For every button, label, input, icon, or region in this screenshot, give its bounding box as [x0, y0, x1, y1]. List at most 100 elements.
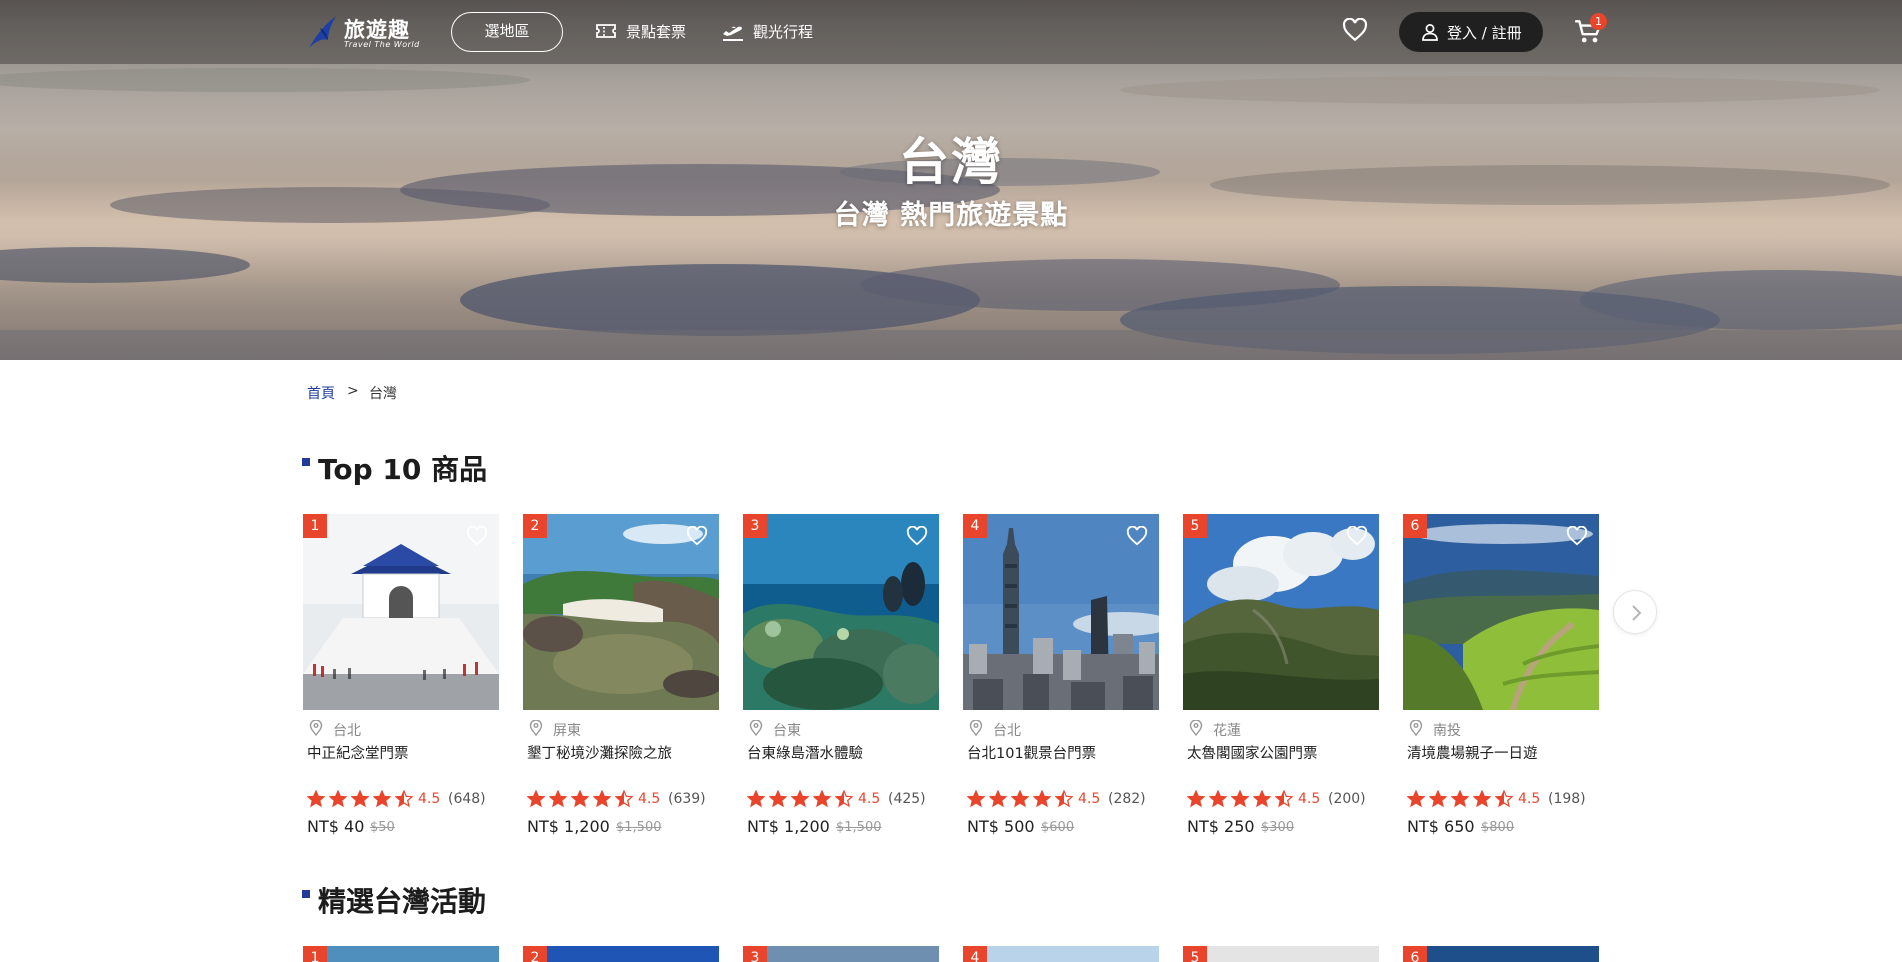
product-card[interactable]: 6 南投 清境農場親子一日遊 4.5 (198) NT$ 650 $800	[1403, 514, 1599, 844]
location-label: 台東	[773, 723, 801, 739]
user-icon	[1422, 24, 1438, 41]
product-image[interactable]: 3	[743, 514, 939, 710]
breadcrumb-current: 台灣	[369, 386, 397, 402]
rank-badge: 5	[1183, 514, 1207, 538]
location-label: 南投	[1433, 723, 1461, 739]
favorite-heart-icon[interactable]	[1126, 526, 1148, 546]
hero-title: 台灣	[899, 132, 1003, 191]
star-icon	[1451, 790, 1469, 808]
star-icon	[747, 790, 765, 808]
location-pin-icon	[969, 720, 983, 736]
product-card[interactable]: 4 台北 台北101觀景台門票 4.5 (282) NT$ 500 $600	[963, 514, 1159, 844]
featured-card[interactable]: 4	[963, 946, 1159, 962]
rank-badge: 3	[743, 514, 767, 538]
product-image[interactable]: 6	[1403, 514, 1599, 710]
star-icon	[967, 790, 985, 808]
ticket-icon	[596, 24, 616, 38]
product-card[interactable]: 5 花蓮 太魯閣國家公園門票 4.5 (200) NT$ 250 $300	[1183, 514, 1379, 844]
rank-badge: 6	[1403, 514, 1427, 538]
star-icon	[769, 790, 787, 808]
product-image[interactable]: 5	[1183, 514, 1379, 710]
favorite-heart-icon[interactable]	[906, 526, 928, 546]
original-price: $800	[1481, 820, 1515, 835]
star-icon	[1473, 790, 1491, 808]
top-navbar: 旅遊趣 Travel The World 選地區 景點套票 觀光行程 登入 / …	[0, 0, 1902, 64]
star-icon	[351, 790, 369, 808]
review-count: (648)	[448, 791, 486, 807]
rating-value: 4.5	[1078, 791, 1101, 807]
product-price: NT$ 1,200	[527, 817, 610, 836]
featured-card[interactable]: 6	[1403, 946, 1599, 962]
product-card[interactable]: 2 屏東 墾丁秘境沙灘探險之旅 4.5 (639) NT$ 1,200 $1,5…	[523, 514, 719, 844]
rating-value: 4.5	[1298, 791, 1321, 807]
product-name[interactable]: 中正紀念堂門票	[307, 742, 409, 763]
site-logo[interactable]: 旅遊趣 Travel The World	[306, 12, 419, 52]
product-image[interactable]: 2	[523, 514, 719, 710]
nav-item-tours[interactable]: 觀光行程	[722, 20, 822, 44]
location-label: 台北	[333, 723, 361, 739]
star-icon	[1231, 790, 1249, 808]
rank-badge: 4	[963, 514, 987, 538]
rating-value: 4.5	[418, 791, 441, 807]
star-icon	[1407, 790, 1425, 808]
carousel-next-button[interactable]	[1613, 590, 1657, 634]
logo-tagline: Travel The World	[344, 40, 420, 49]
star-icon	[1209, 790, 1227, 808]
favorite-heart-icon[interactable]	[1346, 526, 1368, 546]
product-card[interactable]: 3 台東 台東綠島潛水體驗 4.5 (425) NT$ 1,200 $1,500	[743, 514, 939, 844]
rating-value: 4.5	[1518, 791, 1541, 807]
product-image[interactable]: 1	[303, 514, 499, 710]
product-name[interactable]: 太魯閣國家公園門票	[1187, 742, 1318, 763]
select-region-button[interactable]: 選地區	[451, 12, 563, 52]
featured-card[interactable]: 2	[523, 946, 719, 962]
original-price: $300	[1261, 820, 1295, 835]
location-label: 屏東	[553, 723, 581, 739]
product-name[interactable]: 墾丁秘境沙灘探險之旅	[527, 742, 672, 763]
login-register-button[interactable]: 登入 / 註冊	[1399, 12, 1543, 52]
product-image[interactable]: 4	[963, 514, 1159, 710]
nav-item-tickets[interactable]: 景點套票	[595, 20, 695, 44]
star-icon	[989, 790, 1007, 808]
featured-card[interactable]: 1	[303, 946, 499, 962]
star-icon	[527, 790, 545, 808]
favorites-heart-icon[interactable]	[1342, 18, 1368, 42]
original-price: $600	[1041, 820, 1075, 835]
product-name[interactable]: 台北101觀景台門票	[967, 742, 1096, 763]
login-label: 登入 / 註冊	[1447, 24, 1522, 42]
nav-label: 觀光行程	[753, 23, 814, 41]
location-label: 花蓮	[1213, 723, 1241, 739]
star-icon	[1033, 790, 1051, 808]
product-card[interactable]: 1 台北 中正紀念堂門票 4.5 (648) NT$ 40 $50	[303, 514, 499, 844]
location-pin-icon	[1189, 720, 1203, 736]
cart-count-badge: 1	[1590, 13, 1607, 30]
featured-card[interactable]: 3	[743, 946, 939, 962]
review-count: (198)	[1548, 791, 1586, 807]
favorite-heart-icon[interactable]	[466, 526, 488, 546]
star-icon	[1055, 790, 1073, 808]
favorite-heart-icon[interactable]	[1566, 526, 1588, 546]
original-price: $50	[370, 820, 395, 835]
location-pin-icon	[529, 720, 543, 736]
product-price: NT$ 650	[1407, 817, 1475, 836]
star-icon	[1187, 790, 1205, 808]
product-name[interactable]: 台東綠島潛水體驗	[747, 742, 863, 763]
star-icon	[791, 790, 809, 808]
review-count: (639)	[668, 791, 706, 807]
favorite-heart-icon[interactable]	[686, 526, 708, 546]
featured-card[interactable]: 5	[1183, 946, 1379, 962]
product-name[interactable]: 清境農場親子一日遊	[1407, 742, 1538, 763]
rank-badge: 3	[743, 946, 767, 962]
star-icon	[835, 790, 853, 808]
location-pin-icon	[749, 720, 763, 736]
review-count: (282)	[1108, 791, 1146, 807]
original-price: $1,500	[616, 820, 662, 835]
star-icon	[1253, 790, 1271, 808]
breadcrumb-home-link[interactable]: 首頁	[307, 386, 335, 402]
original-price: $1,500	[836, 820, 882, 835]
section-title-text: Top 10 商品	[318, 453, 488, 486]
nav-label: 景點套票	[626, 23, 687, 41]
swallow-logo-icon	[309, 16, 336, 48]
rank-badge: 5	[1183, 946, 1207, 962]
product-price: NT$ 40	[307, 817, 365, 836]
section-marker	[302, 458, 310, 466]
